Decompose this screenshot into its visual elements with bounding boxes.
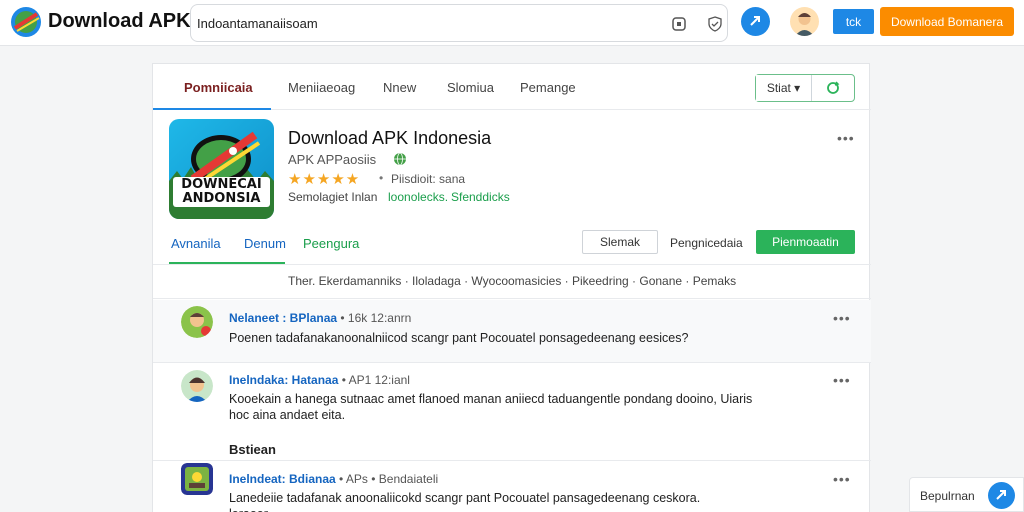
primary-button[interactable]: Pienmoaatin: [756, 230, 855, 254]
comment-author[interactable]: Nelaneet : BPlanaa: [229, 311, 337, 325]
status-select[interactable]: Stiat ▾: [756, 75, 812, 101]
person-icon: [181, 306, 213, 338]
meta-label: Semolagiet Inlan: [288, 190, 378, 204]
globe-icon: [394, 152, 406, 166]
comment-avatar[interactable]: [181, 306, 213, 338]
app-card: Pomniicaia Meniiaeoag Nnew Slomiua Peman…: [152, 63, 871, 512]
share-button[interactable]: [741, 7, 770, 36]
tab-actions: Stiat ▾: [755, 74, 855, 102]
comment-text: Poenen tadafanakanoonalniicod scangr pan…: [229, 331, 689, 345]
logo-text-line2: ANDONSIA: [182, 191, 261, 206]
refresh-icon: [827, 81, 840, 94]
app-subtitle: APK APPaosiis: [288, 152, 377, 167]
app-title: Download APK Indonesia: [288, 128, 492, 148]
status-select-label: Stiat: [766, 81, 791, 95]
shield-check-icon[interactable]: [707, 16, 723, 32]
divider: [153, 460, 871, 461]
user-avatar[interactable]: [790, 7, 819, 36]
divider: [153, 298, 871, 299]
text-button[interactable]: Pengnicedaia: [670, 236, 743, 250]
tab-nnew[interactable]: Nnew: [383, 80, 416, 95]
more-options-icon[interactable]: •••: [837, 130, 855, 146]
comment-header: Inelndaka: Hatanaa • AP1 12:ianl: [229, 373, 410, 387]
tab-pomniicaia[interactable]: Pomniicaia: [184, 80, 253, 95]
refresh-button[interactable]: [816, 79, 850, 97]
meta-link-2[interactable]: Sfenddicks: [451, 190, 510, 204]
comment-avatar[interactable]: [181, 370, 213, 402]
tab-pemange[interactable]: Pemange: [520, 80, 576, 95]
search-input[interactable]: [197, 9, 657, 37]
help-button[interactable]: [988, 482, 1015, 509]
download-button[interactable]: Download Bomanera: [880, 7, 1014, 36]
search-box: [190, 4, 728, 42]
comment-author[interactable]: Inelndeat: Bdianaa: [229, 472, 336, 486]
comment-more-icon[interactable]: •••: [833, 471, 851, 487]
brand-name[interactable]: Download APK: [48, 10, 191, 33]
outline-button[interactable]: Slemak: [582, 230, 658, 254]
comment-time: • AP1 12:ianl: [341, 373, 410, 387]
comment-time: • 16k 12:anrn: [340, 311, 412, 325]
top-bar: Download APK tck Download Bomanera: [0, 0, 1024, 46]
comment-text: Kooekain a hanega sutnaac amet flanoed m…: [229, 392, 753, 422]
tab-bar: Pomniicaia Meniiaeoag Nnew Slomiua Peman…: [153, 64, 871, 110]
app-logo-icon[interactable]: [10, 6, 42, 38]
divider: [153, 362, 871, 363]
app-icon: DOWNECAI ANDONSIA: [169, 119, 274, 219]
separator: •: [379, 171, 384, 185]
help-label: Bepulrnan: [920, 489, 975, 503]
comment-avatar[interactable]: [181, 463, 213, 495]
tab-slomiua[interactable]: Slomiua: [447, 80, 494, 95]
game-thumbnail-icon: [181, 463, 213, 495]
filter-row[interactable]: Ther. Ekerdamanniks · Iloladaga · Wyocoo…: [288, 274, 736, 288]
subtab-peengura[interactable]: Peengura: [303, 236, 359, 251]
rating-text: Piisdioit: sana: [391, 172, 466, 186]
comment-more-icon[interactable]: •••: [833, 372, 851, 388]
tick-button[interactable]: tck: [833, 9, 874, 34]
active-tab-indicator: [153, 108, 271, 110]
subtab-denum[interactable]: Denum: [244, 236, 286, 251]
meta-link-1[interactable]: loonolecks.: [388, 190, 448, 204]
person-icon: [795, 13, 814, 36]
comment-author[interactable]: Inelndaka: Hatanaa: [229, 373, 338, 387]
subtab-avnanila[interactable]: Avnanila: [171, 236, 221, 251]
arrow-icon: [750, 16, 760, 26]
person-icon: [181, 370, 213, 402]
comment-text: Lanedeiie tadafanak anoonaliicokd scangr…: [229, 491, 701, 512]
comment-time: • APs • Bendaiateli: [339, 472, 439, 486]
comment-header: Inelndeat: Bdianaa • APs • Bendaiateli: [229, 472, 438, 486]
tab-meniiaeoag[interactable]: Meniiaeoag: [288, 80, 355, 95]
logo-text-line1: DOWNECAI: [181, 177, 262, 192]
comment-header: Nelaneet : BPlanaa • 16k 12:anrn: [229, 311, 411, 325]
square-icon[interactable]: [671, 16, 687, 32]
arrow-icon: [996, 490, 1006, 500]
comment-more-icon[interactable]: •••: [833, 310, 851, 326]
divider: [153, 264, 871, 265]
section-title: Bstiean: [229, 442, 276, 457]
help-widget: Bepulrnan: [909, 477, 1024, 512]
rating-stars: ★★★★★: [288, 171, 361, 188]
